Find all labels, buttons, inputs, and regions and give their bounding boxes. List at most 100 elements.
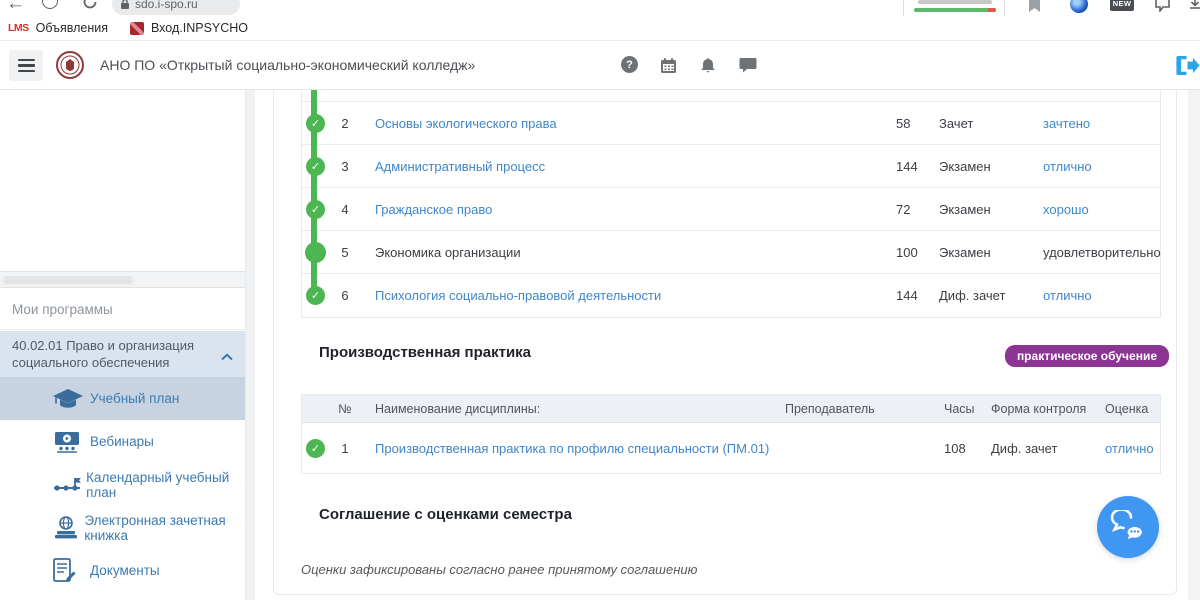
grade-link[interactable]: отлично (1043, 288, 1092, 303)
row-number: 1 (332, 441, 358, 456)
sidebar-item-calendar-plan[interactable]: Календарный учебный план (0, 463, 245, 506)
discipline-name: Экономика организации (358, 245, 896, 260)
sidebar-vertical-scrollbar[interactable] (246, 90, 255, 600)
messages-icon[interactable] (739, 57, 757, 78)
hours-value: 144 (896, 288, 939, 303)
sidebar-item-label: Электронная зачетная книжка (84, 513, 245, 543)
browser-extension-icon[interactable] (1070, 0, 1088, 13)
support-chat-button[interactable] (1097, 496, 1159, 558)
rating-bar (914, 8, 996, 12)
sidebar: Мои программы 40.02.01 Право и организац… (0, 90, 246, 600)
lock-icon (120, 0, 130, 10)
control-type: Экзамен (939, 245, 1043, 260)
url-text: sdo.i-spo.ru (135, 0, 198, 11)
control-type: Диф. зачет (991, 441, 1105, 456)
globe-books-icon (52, 516, 84, 540)
hours-value: 72 (896, 202, 939, 217)
circled-extension-icon[interactable] (42, 0, 58, 9)
col-name: Наименование дисциплины: (358, 402, 785, 416)
col-control: Форма контроля (991, 402, 1105, 416)
table-row: ✓ 3 Административный процесс 144 Экзамен… (302, 145, 1160, 188)
table-row: ✓ 2 Основы экологического права 58 Зачет… (302, 102, 1160, 145)
control-type: Экзамен (939, 202, 1043, 217)
sidebar-item-label: Календарный учебный план (86, 470, 245, 500)
hours-value: 58 (896, 116, 939, 131)
row-number: 5 (332, 245, 358, 260)
practice-section-title: Производственная практика (319, 344, 531, 361)
row-number: 3 (332, 159, 358, 174)
bookmark-inpsycho[interactable]: Вход.INPSYCHO (151, 21, 248, 35)
college-logo (56, 51, 84, 84)
discipline-link[interactable]: Основы экологического права (375, 116, 557, 131)
sidebar-item-documents[interactable]: Документы (0, 549, 245, 592)
sidebar-item-curriculum[interactable]: Учебный план (0, 377, 245, 420)
practical-training-badge: практическое обучение (1005, 345, 1169, 367)
table-row: 5 Экономика организации 100 Экзамен удов… (302, 231, 1160, 274)
dot-circle-icon (305, 242, 326, 263)
control-type: Экзамен (939, 159, 1043, 174)
cropped-row (302, 90, 1160, 102)
check-circle-icon: ✓ (306, 439, 325, 458)
bookmark-icon[interactable] (1028, 0, 1041, 16)
check-circle-icon: ✓ (306, 286, 325, 305)
col-grade: Оценка (1105, 402, 1160, 416)
grade-link[interactable]: отлично (1105, 441, 1154, 456)
program-accordion[interactable]: 40.02.01 Право и организация социального… (0, 331, 245, 377)
table-header-row: № Наименование дисциплины: Преподаватель… (302, 395, 1160, 423)
webinar-icon (52, 431, 90, 453)
cropped-text (918, 0, 992, 4)
semester-table: ✓ 2 Основы экологического права 58 Зачет… (301, 90, 1161, 318)
col-hours: Часы (944, 402, 991, 416)
rating-extension-widget[interactable] (903, 0, 1005, 16)
table-row: ✓ 1 Производственная практика по профилю… (302, 423, 1160, 473)
sidebar-item-label: Учебный план (90, 391, 179, 406)
back-icon[interactable]: ← (6, 0, 25, 15)
row-number: 2 (332, 116, 358, 131)
table-row: ✓ 6 Психология социально-правовой деятел… (302, 274, 1160, 317)
table-row: ✓ 4 Гражданское право 72 Экзамен хорошо (302, 188, 1160, 231)
sidebar-item-label: Вебинары (90, 434, 154, 449)
sidebar-menu: Учебный план Вебинары Календарный учебны… (0, 377, 245, 592)
bookmarks-bar: LMS Объявления Вход.INPSYCHO (0, 16, 1200, 41)
discipline-link[interactable]: Психология социально-правовой деятельнос… (375, 288, 661, 303)
hours-value: 108 (944, 441, 991, 456)
agreement-section-title: Соглашение с оценками семестра (319, 506, 572, 523)
lms-favicon: LMS (8, 22, 29, 34)
browser-toolbar: ← sdo.i-spo.ru NEW (0, 0, 1200, 16)
check-circle-icon: ✓ (306, 114, 325, 133)
inpsycho-favicon (130, 22, 144, 35)
grade-value: удовлетворительно (1043, 245, 1160, 260)
new-badge[interactable]: NEW (1110, 0, 1134, 11)
row-number: 4 (332, 202, 358, 217)
college-name: АНО ПО «Открытый социально-экономический… (100, 41, 475, 90)
sidebar-item-webinars[interactable]: Вебинары (0, 420, 245, 463)
help-icon[interactable]: ? (621, 56, 638, 73)
agreement-note: Оценки зафиксированы согласно ранее прин… (301, 562, 697, 577)
discipline-link[interactable]: Административный процесс (375, 159, 545, 174)
practice-link[interactable]: Производственная практика по профилю спе… (375, 441, 769, 456)
hours-value: 144 (896, 159, 939, 174)
chevron-up-icon (221, 348, 233, 365)
document-pencil-icon (52, 558, 90, 584)
sidebar-horizontal-scrollbar[interactable] (0, 271, 245, 288)
control-type: Диф. зачет (939, 288, 1043, 303)
download-icon[interactable] (1188, 0, 1200, 16)
logout-icon[interactable] (1174, 54, 1200, 82)
check-circle-icon: ✓ (306, 157, 325, 176)
menu-toggle-button[interactable] (9, 50, 43, 81)
calendar-icon[interactable] (660, 57, 677, 79)
notifications-bell-icon[interactable] (700, 57, 716, 80)
address-bar[interactable]: sdo.i-spo.ru (112, 0, 240, 15)
sidebar-item-gradebook[interactable]: Электронная зачетная книжка (0, 506, 245, 549)
page-scrollbar-track[interactable] (1188, 90, 1200, 600)
discipline-link[interactable]: Гражданское право (375, 202, 492, 217)
bookmark-announcements[interactable]: Объявления (36, 21, 108, 35)
grade-link[interactable]: зачтено (1043, 116, 1090, 131)
refresh-icon[interactable] (82, 0, 98, 15)
chat-bubbles-icon (1109, 510, 1147, 544)
sidebar-section-title: Мои программы (0, 289, 245, 330)
app-header: АНО ПО «Открытый социально-экономический… (0, 41, 1200, 90)
panel-icon[interactable] (1154, 0, 1171, 16)
grade-link[interactable]: хорошо (1043, 202, 1089, 217)
grade-link[interactable]: отлично (1043, 159, 1092, 174)
